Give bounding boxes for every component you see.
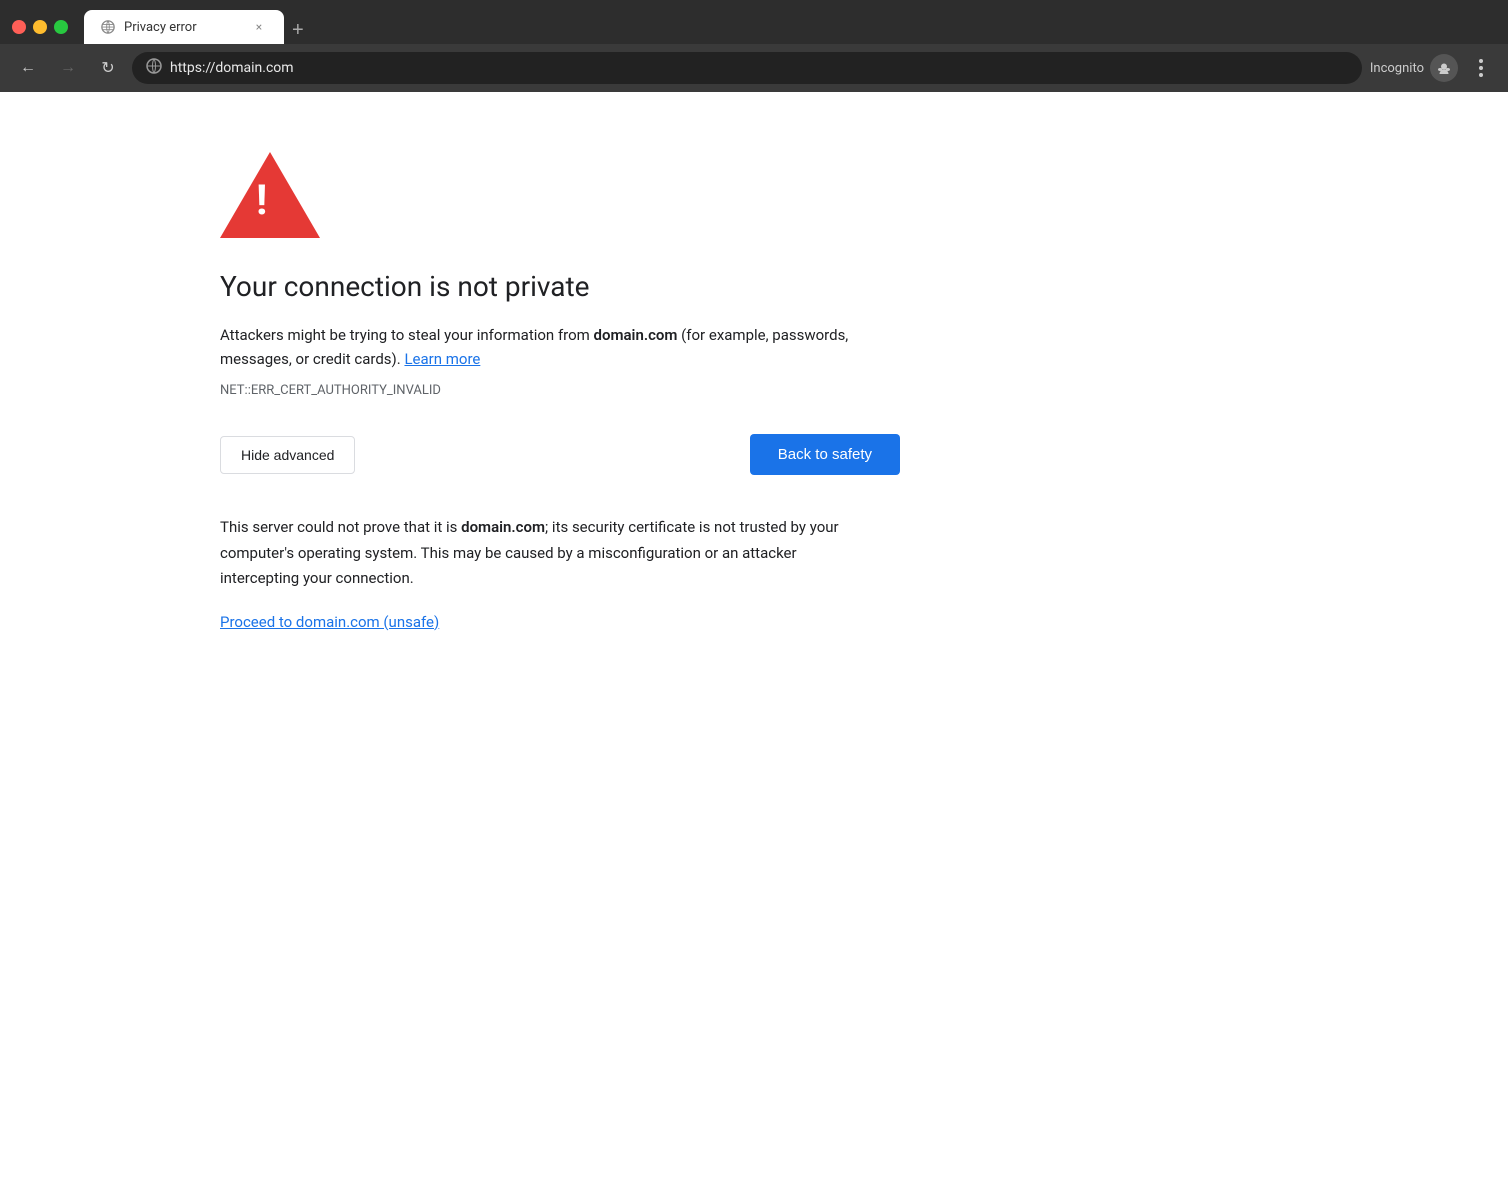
learn-more-link[interactable]: Learn more <box>404 350 480 368</box>
browser-menu-button[interactable] <box>1466 53 1496 83</box>
active-tab[interactable]: Privacy error × <box>84 10 284 44</box>
error-code: NET::ERR_CERT_AUTHORITY_INVALID <box>220 383 900 398</box>
tab-bar: Privacy error × + <box>84 10 1496 44</box>
error-heading: Your connection is not private <box>220 270 900 303</box>
proceed-link[interactable]: Proceed to domain.com (unsafe) <box>220 613 439 631</box>
incognito-label: Incognito <box>1370 61 1424 76</box>
advanced-text-part1: This server could not prove that it is <box>220 518 461 536</box>
forward-button[interactable]: → <box>52 52 84 84</box>
incognito-badge: Incognito <box>1370 54 1458 82</box>
address-icon <box>146 58 162 78</box>
page-content: Your connection is not private Attackers… <box>0 92 900 1189</box>
address-bar[interactable]: https://domain.com <box>132 52 1362 84</box>
window-controls <box>12 20 68 34</box>
toolbar-right: Incognito <box>1370 53 1496 83</box>
toolbar: ← → ↻ https://domain.com Incognito <box>0 44 1508 92</box>
hide-advanced-button[interactable]: Hide advanced <box>220 436 355 474</box>
reload-button[interactable]: ↻ <box>92 52 124 84</box>
warning-triangle-icon <box>220 152 320 238</box>
back-to-safety-button[interactable]: Back to safety <box>750 434 900 475</box>
tab-close-button[interactable]: × <box>250 18 268 36</box>
new-tab-button[interactable]: + <box>284 16 312 44</box>
minimize-window-button[interactable] <box>33 20 47 34</box>
tab-title: Privacy error <box>124 20 242 35</box>
advanced-section: This server could not prove that it is d… <box>220 515 870 631</box>
address-text: https://domain.com <box>170 60 1348 76</box>
warning-icon-container <box>220 152 900 242</box>
tab-favicon-icon <box>100 19 116 35</box>
description-part1: Attackers might be trying to steal your … <box>220 326 594 344</box>
domain-name: domain.com <box>594 326 678 344</box>
close-window-button[interactable] <box>12 20 26 34</box>
incognito-icon <box>1430 54 1458 82</box>
advanced-description: This server could not prove that it is d… <box>220 515 870 592</box>
button-row: Hide advanced Back to safety <box>220 434 900 475</box>
browser-chrome: Privacy error × + ← → ↻ https://domain.c… <box>0 0 1508 92</box>
maximize-window-button[interactable] <box>54 20 68 34</box>
advanced-domain: domain.com <box>461 518 545 536</box>
error-description: Attackers might be trying to steal your … <box>220 323 870 371</box>
back-button[interactable]: ← <box>12 52 44 84</box>
title-bar: Privacy error × + <box>0 0 1508 44</box>
